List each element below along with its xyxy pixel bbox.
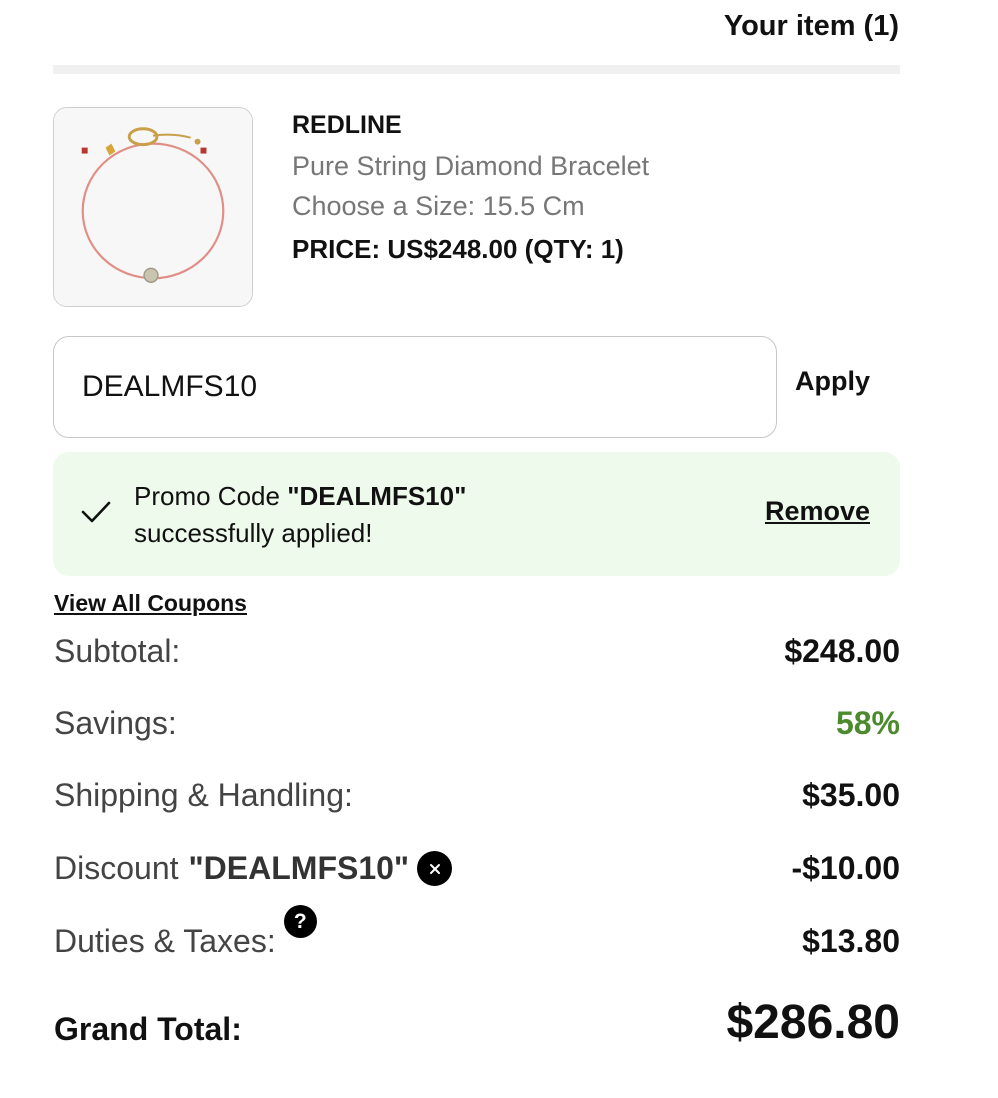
view-all-coupons-link[interactable]: View All Coupons <box>54 590 247 617</box>
duties-label: Duties & Taxes: <box>54 923 276 959</box>
shipping-value: $35.00 <box>802 777 900 813</box>
promo-success-message: Promo Code "DEALMFS10" successfully appl… <box>134 478 466 552</box>
shipping-label: Shipping & Handling: <box>54 777 353 813</box>
grand-total-row: Grand Total: $286.80 <box>54 995 900 1050</box>
discount-label: Discount <box>54 850 179 886</box>
subtotal-label: Subtotal: <box>54 633 181 669</box>
promo-success-suffix: successfully applied! <box>134 518 373 548</box>
promo-success-banner: Promo Code "DEALMFS10" successfully appl… <box>53 452 900 576</box>
bracelet-image <box>54 108 252 306</box>
discount-row: Discount "DEALMFS10" -$10.00 <box>54 850 900 887</box>
item-brand: REDLINE <box>292 111 402 139</box>
product-image[interactable] <box>53 107 253 307</box>
item-price: PRICE: US$248.00 (QTY: 1) <box>292 234 624 264</box>
savings-label: Savings: <box>54 705 177 741</box>
promo-success-code: "DEALMFS10" <box>287 481 467 511</box>
item-size: Choose a Size: 15.5 Cm <box>292 191 585 221</box>
duties-row: Duties & Taxes: ? $13.80 <box>54 905 900 960</box>
subtotal-row: Subtotal: $248.00 <box>54 633 900 670</box>
promo-code-input[interactable] <box>53 336 777 438</box>
duties-value: $13.80 <box>802 923 900 959</box>
duties-label-group: Duties & Taxes: ? <box>54 905 317 960</box>
grand-total-label: Grand Total: <box>54 1011 242 1047</box>
discount-value: -$10.00 <box>791 850 900 886</box>
promo-success-prefix: Promo Code <box>134 481 288 511</box>
close-icon <box>429 863 440 874</box>
header-divider <box>53 65 900 74</box>
check-icon <box>81 501 111 523</box>
subtotal-value: $248.00 <box>784 633 900 669</box>
discount-label-group: Discount "DEALMFS10" <box>54 850 453 887</box>
grand-total-value: $286.80 <box>726 996 900 1049</box>
remove-promo-link[interactable]: Remove <box>765 496 870 527</box>
item-details: REDLINE Pure String Diamond Bracelet Cho… <box>292 108 649 266</box>
item-name[interactable]: Pure String Diamond Bracelet <box>292 149 649 183</box>
close-circle-icon[interactable] <box>417 851 453 886</box>
savings-row: Savings: 58% <box>54 705 900 742</box>
shipping-row: Shipping & Handling: $35.00 <box>54 777 900 814</box>
apply-button[interactable]: Apply <box>795 366 870 397</box>
cart-item-count-title: Your item (1) <box>723 10 899 42</box>
question-circle-icon[interactable]: ? <box>283 905 317 938</box>
cart-summary-page: Your item (1) REDLINE Pure String Diamon… <box>0 0 998 1098</box>
savings-value: 58% <box>835 705 900 741</box>
discount-code: "DEALMFS10" <box>188 850 410 886</box>
